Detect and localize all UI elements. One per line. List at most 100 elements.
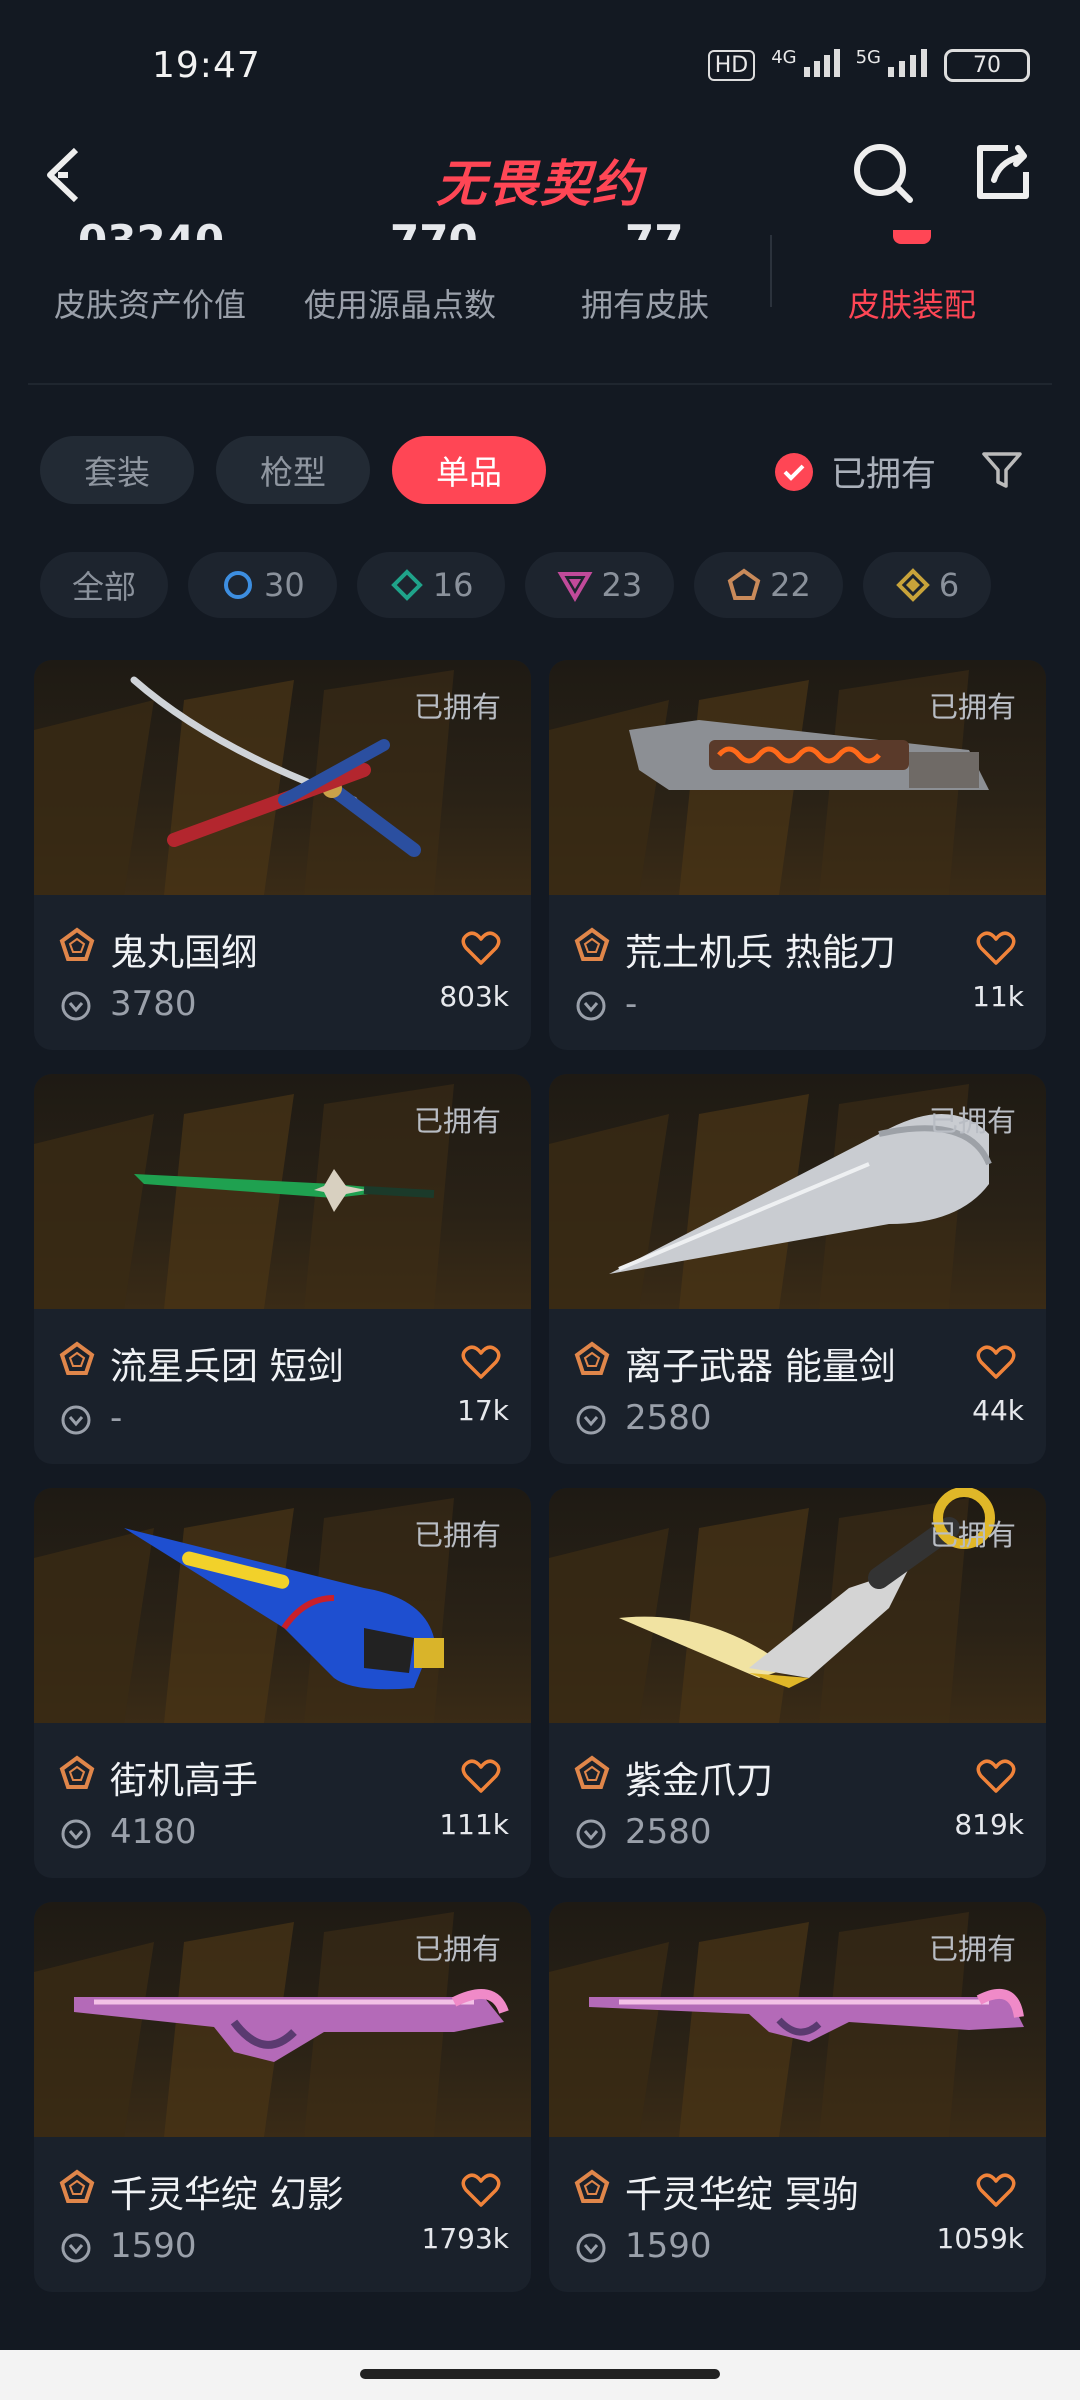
like-count: 819k (954, 1808, 1024, 1841)
skin-price: 2580 (625, 1812, 712, 1852)
status-time: 19:47 (152, 44, 261, 86)
heart-icon[interactable] (976, 2172, 1016, 2208)
vp-currency-icon (61, 1819, 91, 1849)
heart-icon[interactable] (976, 1758, 1016, 1794)
like-count: 11k (972, 980, 1024, 1013)
tier-chip-label: 16 (432, 566, 474, 604)
owned-skins-value: 77 (625, 216, 685, 240)
vp-currency-icon (576, 991, 606, 1021)
exclusive-tier-icon (59, 2169, 95, 2203)
deluxe-tier-icon (390, 569, 423, 601)
skin-card[interactable]: 已拥有 紫金爪刀 2580 819k (549, 1488, 1046, 1878)
exclusive-tier-icon (727, 568, 761, 600)
skin-image: 已拥有 (549, 1074, 1046, 1309)
exclusive-tier-icon (574, 1341, 610, 1375)
skin-price: 4180 (110, 1812, 197, 1852)
exclusive-tier-icon (59, 1341, 95, 1375)
skin-price: 1590 (625, 2226, 712, 2266)
network-4g-label: 4G (771, 47, 797, 68)
like-count: 803k (439, 980, 509, 1013)
like-count: 1059k (936, 2222, 1024, 2255)
vp-currency-icon (576, 1405, 606, 1435)
signal-bars-icon (888, 49, 927, 77)
share-button[interactable] (968, 136, 1038, 206)
owned-badge: 已拥有 (928, 690, 1016, 724)
skin-card[interactable]: 已拥有 鬼丸国纲 3780 803k (34, 660, 531, 1050)
vp-spent-label: 使用源晶点数 (303, 286, 496, 324)
asset-value: 03240 (78, 216, 238, 240)
signal-bars-icon (803, 49, 840, 77)
skin-price: 2580 (625, 1398, 712, 1438)
tier-chip-label: 22 (770, 566, 811, 604)
tier-chip-all[interactable]: 全部 (40, 552, 169, 618)
tier-chip-ultra[interactable]: 6 (862, 552, 992, 618)
hd-voice-icon: HD (707, 49, 756, 81)
owned-filter-toggle[interactable]: 已拥有 (775, 446, 936, 497)
heart-icon[interactable] (461, 1758, 501, 1794)
tier-chip-select[interactable]: 30 (188, 552, 337, 618)
filter-button[interactable] (980, 448, 1024, 492)
checkmark-icon (775, 452, 813, 491)
tier-chip-label: 23 (601, 566, 643, 604)
skin-image: 已拥有 (34, 1488, 531, 1723)
network-5g-label: 5G (855, 47, 881, 68)
exclusive-tier-icon (59, 927, 95, 961)
like-count: 44k (972, 1394, 1024, 1427)
divider (28, 383, 1052, 385)
search-button[interactable] (848, 138, 918, 208)
tab-weapon-type[interactable]: 枪型 (216, 436, 370, 504)
skin-card[interactable]: 已拥有 离子武器 能量剑 2580 44k (549, 1074, 1046, 1464)
back-arrow-icon (47, 147, 79, 203)
asset-value-label: 皮肤资产价值 (53, 286, 246, 324)
vp-currency-icon (61, 1405, 91, 1435)
vp-spent-value: 770 (390, 216, 490, 240)
top-bar: 无畏契约 (0, 130, 1080, 230)
skin-card[interactable]: 已拥有 流星兵团 短剑 - 17k (34, 1074, 531, 1464)
heart-icon[interactable] (461, 930, 501, 966)
skin-name: 流星兵团 短剑 (110, 1345, 344, 1388)
tab-single-items[interactable]: 单品 (392, 436, 546, 504)
back-button[interactable] (40, 140, 100, 210)
network-4g-icon: 4G (771, 47, 840, 83)
filter-icon (982, 452, 1022, 488)
heart-icon[interactable] (461, 1344, 501, 1380)
status-icons: HD 4G 5G 70 (707, 47, 1030, 83)
skin-price: 3780 (110, 984, 197, 1024)
network-5g-icon: 5G (856, 47, 928, 83)
owned-badge: 已拥有 (413, 1518, 501, 1552)
skin-image: 已拥有 (549, 1488, 1046, 1723)
owned-badge: 已拥有 (413, 690, 501, 724)
share-icon (977, 145, 1029, 199)
heart-icon[interactable] (976, 930, 1016, 966)
vp-currency-icon (61, 991, 91, 1021)
skin-card[interactable]: 已拥有 荒土机兵 热能刀 - 11k (549, 660, 1046, 1050)
tab-bundles[interactable]: 套装 (40, 436, 194, 504)
skin-card[interactable]: 已拥有 千灵华绽 冥驹 1590 1059k (549, 1902, 1046, 2292)
search-icon (854, 144, 913, 203)
skin-card[interactable]: 已拥有 千灵华绽 幻影 1590 1793k (34, 1902, 531, 2292)
skin-name: 千灵华绽 冥驹 (625, 2173, 859, 2216)
premium-tier-icon (557, 572, 593, 602)
tier-chip-premium[interactable]: 23 (525, 552, 675, 618)
owned-badge: 已拥有 (928, 1104, 1016, 1138)
owned-badge: 已拥有 (413, 1932, 501, 1966)
like-count: 1793k (421, 2222, 509, 2255)
tier-chip-label: 6 (938, 566, 960, 604)
heart-icon[interactable] (461, 2172, 501, 2208)
skin-name: 街机高手 (110, 1759, 258, 1802)
tier-chip-exclusive[interactable]: 22 (694, 552, 843, 618)
exclusive-tier-icon (574, 927, 610, 961)
skin-image: 已拥有 (34, 660, 531, 895)
tier-chip-label: 全部 (72, 568, 137, 606)
skin-loadout-button[interactable]: 皮肤装配 (848, 280, 976, 326)
category-tabs: 套装 枪型 单品 (40, 436, 546, 504)
vp-currency-icon (61, 2233, 91, 2263)
home-gesture-handle[interactable] (360, 2369, 720, 2379)
battery-icon: 70 (944, 48, 1030, 82)
skin-image: 已拥有 (34, 1074, 531, 1309)
skin-card[interactable]: 已拥有 街机高手 4180 111k (34, 1488, 531, 1878)
heart-icon[interactable] (976, 1344, 1016, 1380)
ultra-tier-icon (896, 568, 930, 602)
tier-chip-deluxe[interactable]: 16 (356, 552, 506, 618)
app-title: 无畏契约 (436, 155, 644, 213)
